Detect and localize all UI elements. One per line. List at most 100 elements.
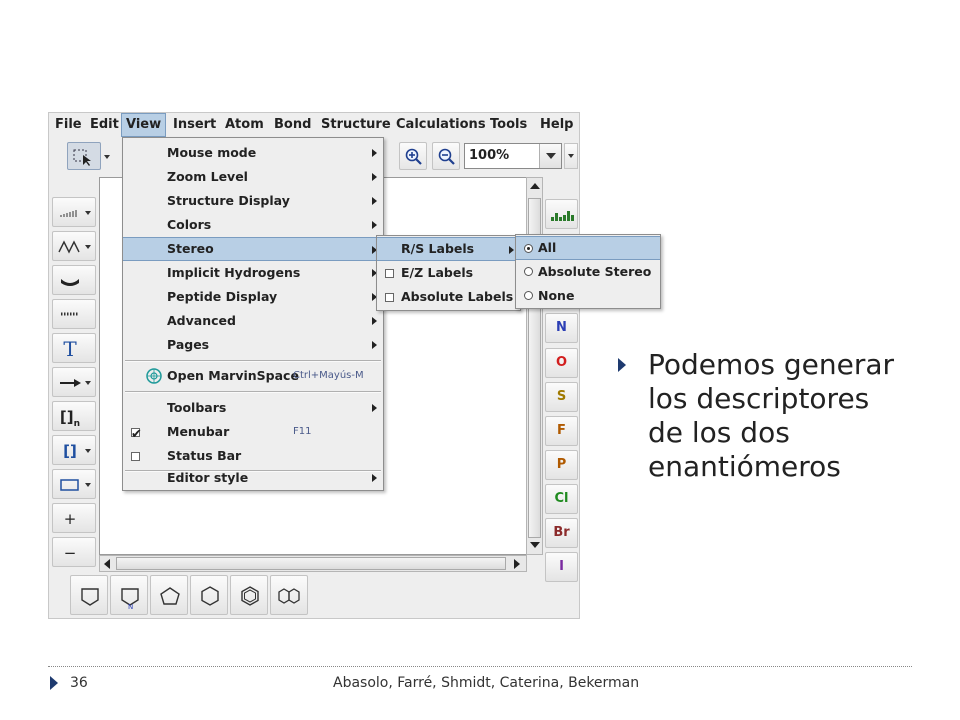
menu-item-label: Status Bar: [167, 448, 242, 463]
view-peptide-display[interactable]: Peptide Display: [123, 285, 383, 309]
zigzag-chain-tool[interactable]: [52, 231, 96, 261]
menu-edit[interactable]: Edit: [86, 113, 123, 137]
template-benzene-button[interactable]: [230, 575, 268, 615]
scroll-up-icon[interactable]: [530, 183, 540, 189]
footer-divider: [48, 666, 912, 667]
zoom-level-combo[interactable]: 100%: [464, 143, 562, 169]
footer-authors: Abasolo, Farré, Shmidt, Caterina, Bekerm…: [333, 675, 640, 691]
chevron-down-icon[interactable]: [85, 245, 91, 249]
atom-f-button[interactable]: F: [545, 416, 578, 446]
hashed-bond-tool[interactable]: [52, 299, 96, 329]
toolbar-overflow-button[interactable]: [564, 143, 578, 169]
view-menubar[interactable]: ✔ Menubar F11: [123, 420, 383, 444]
atom-n-button[interactable]: N: [545, 313, 578, 343]
chain-bond-tool[interactable]: [52, 197, 96, 227]
template-cyclohexane-button[interactable]: [190, 575, 228, 615]
select-tool-button[interactable]: [67, 142, 110, 170]
bracket-n-tool[interactable]: []n: [52, 401, 96, 431]
template-cyclopentane-open-button[interactable]: [70, 575, 108, 615]
bracket-tool[interactable]: []: [52, 435, 96, 465]
decrease-charge-tool[interactable]: −: [52, 537, 96, 567]
chevron-down-icon[interactable]: [85, 381, 91, 385]
bullet-line: de los dos: [648, 416, 790, 449]
zoom-in-button[interactable]: [399, 142, 427, 170]
radio-selected-icon: [524, 244, 533, 253]
menu-file[interactable]: File: [51, 113, 86, 137]
horizontal-scrollbar[interactable]: [99, 555, 527, 572]
rs-none[interactable]: None: [516, 284, 660, 308]
wedge-bond-tool[interactable]: [52, 265, 96, 295]
bullet-line: los descriptores: [648, 382, 870, 415]
rectangle-tool[interactable]: [52, 469, 96, 499]
template-pyrrolidine-button[interactable]: N: [110, 575, 148, 615]
atom-p-button[interactable]: P: [545, 450, 578, 480]
zoom-dropdown-button[interactable]: [539, 144, 561, 168]
stereo-rs-labels[interactable]: R/S Labels: [377, 237, 520, 261]
view-implicit-hydrogens[interactable]: Implicit Hydrogens: [123, 261, 383, 285]
chevron-right-icon: [372, 149, 377, 157]
menu-separator: [125, 391, 381, 393]
view-structure-display[interactable]: Structure Display: [123, 189, 383, 213]
view-stereo[interactable]: Stereo: [123, 237, 383, 261]
view-pages[interactable]: Pages: [123, 333, 383, 357]
menu-calculations[interactable]: Calculations: [392, 113, 490, 137]
radio-icon: [524, 267, 533, 276]
menu-item-label: Stereo: [167, 241, 214, 256]
hashed-bond-icon: [61, 312, 79, 316]
stereo-absolute-labels[interactable]: Absolute Labels: [377, 285, 520, 309]
periodic-table-button[interactable]: [545, 199, 578, 229]
pentagon-icon: [160, 587, 180, 605]
menubar: File Edit View Insert Atom Bond Structur…: [49, 113, 579, 137]
template-cyclopentane-button[interactable]: [150, 575, 188, 615]
template-naphthalene-button[interactable]: [270, 575, 308, 615]
arrow-tool[interactable]: [52, 367, 96, 397]
scroll-right-icon[interactable]: [514, 559, 520, 569]
chevron-down-icon[interactable]: [85, 483, 91, 487]
menu-insert[interactable]: Insert: [169, 113, 220, 137]
atom-s-button[interactable]: S: [545, 382, 578, 412]
radio-icon: [524, 291, 533, 300]
left-toolbar: T []n [] + −: [49, 189, 99, 589]
view-open-marvinspace[interactable]: Open MarvinSpace Ctrl+Mayús-M: [123, 364, 383, 388]
menu-help[interactable]: Help: [536, 113, 577, 137]
menu-bond[interactable]: Bond: [270, 113, 315, 137]
text-tool[interactable]: T: [52, 333, 96, 363]
chevron-right-icon: [372, 197, 377, 205]
view-colors[interactable]: Colors: [123, 213, 383, 237]
minus-label: −: [63, 544, 77, 562]
chevron-down-icon[interactable]: [85, 449, 91, 453]
view-status-bar[interactable]: Status Bar: [123, 444, 383, 468]
chevron-down-icon[interactable]: [85, 211, 91, 215]
rs-all[interactable]: All: [516, 236, 660, 260]
menu-item-label: Absolute Stereo: [538, 264, 652, 279]
menu-structure[interactable]: Structure: [317, 113, 395, 137]
view-toolbars[interactable]: Toolbars: [123, 396, 383, 420]
view-editor-style[interactable]: Editor style: [123, 466, 383, 490]
plus-label: +: [63, 510, 77, 528]
menu-item-label: Structure Display: [167, 193, 290, 208]
view-advanced[interactable]: Advanced: [123, 309, 383, 333]
view-mouse-mode[interactable]: Mouse mode: [123, 141, 383, 165]
view-zoom-level[interactable]: Zoom Level: [123, 165, 383, 189]
atom-cl-button[interactable]: Cl: [545, 484, 578, 514]
menu-item-label: E/Z Labels: [401, 265, 474, 280]
chain-bond-icon: [60, 210, 77, 217]
stereo-ez-labels[interactable]: E/Z Labels: [377, 261, 520, 285]
atom-i-button[interactable]: I: [545, 552, 578, 582]
chevron-down-icon[interactable]: [104, 155, 110, 159]
zoom-out-button[interactable]: [432, 142, 460, 170]
scroll-left-icon[interactable]: [104, 559, 110, 569]
atom-o-button[interactable]: O: [545, 348, 578, 378]
menu-view[interactable]: View: [121, 113, 167, 137]
menu-tools[interactable]: Tools: [486, 113, 531, 137]
scroll-down-icon[interactable]: [530, 542, 540, 548]
rs-absolute-stereo[interactable]: Absolute Stereo: [516, 260, 660, 284]
increase-charge-tool[interactable]: +: [52, 503, 96, 533]
horizontal-scroll-thumb[interactable]: [116, 557, 506, 570]
menu-atom[interactable]: Atom: [221, 113, 268, 137]
pentagon-open-icon: [81, 588, 99, 606]
pyrrolidine-icon: N: [121, 588, 139, 609]
chevron-right-icon: [372, 474, 377, 482]
atom-br-button[interactable]: Br: [545, 518, 578, 548]
naphthalene-icon: [278, 588, 300, 604]
